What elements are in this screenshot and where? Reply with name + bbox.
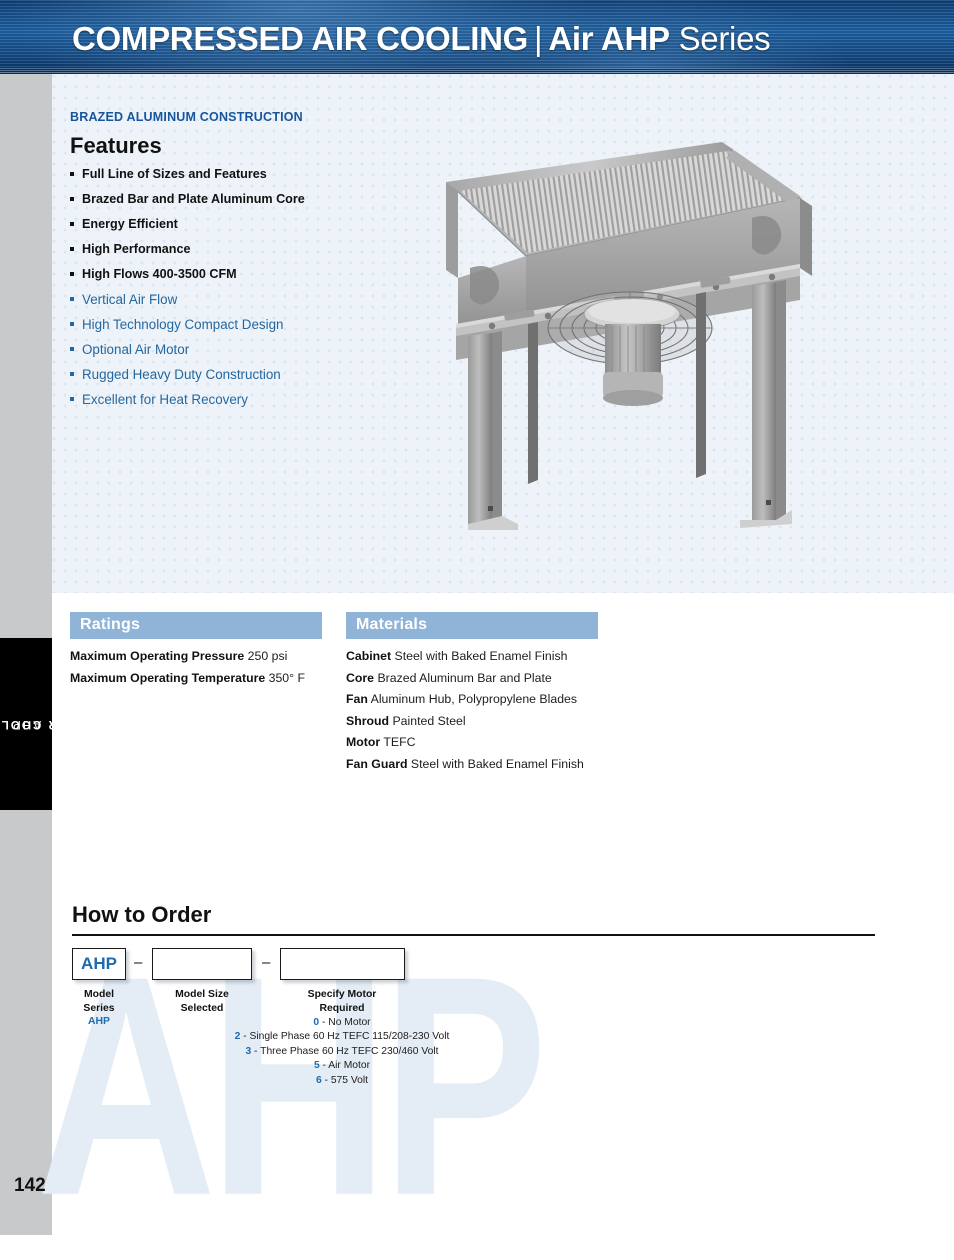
section-tab-air-cooled-ahp: AIR COOLED AHP [0,638,73,810]
page-title: COMPRESSED AIR COOLING | Air AHP Series [72,20,771,58]
ratings-item-label: Maximum Operating Pressure [70,649,245,663]
model-series-box-value: AHP [81,954,117,973]
motor-option: 6 - 575 Volt [182,1074,502,1088]
features-list: Full Line of Sizes and Features Brazed Ba… [70,162,370,412]
model-size-box[interactable] [152,948,252,980]
model-size-caption-line1: Model Size [175,989,229,1000]
model-size-caption: Model Size Selected [152,988,252,1015]
order-code-row: AHP – – [72,948,872,982]
how-to-order-divider [72,934,875,936]
ratings-list: Maximum Operating Pressure 250 psi Maximu… [70,646,322,689]
page-title-separator: | [534,20,543,57]
materials-item: Fan Aluminum Hub, Polypropylene Blades [346,689,598,711]
materials-item-label: Fan [346,692,368,706]
motor-option-desc: - Air Motor [319,1060,371,1072]
page-header-banner: COMPRESSED AIR COOLING | Air AHP Series [0,0,954,74]
materials-item: Motor TEFC [346,732,598,754]
materials-item-value: TEFC [380,735,416,749]
motor-caption: Specify Motor Required [252,988,432,1015]
product-photo [400,128,820,533]
materials-item-value: Brazed Aluminum Bar and Plate [374,670,552,685]
materials-item: Shroud Painted Steel [346,711,598,733]
feature-item: Optional Air Motor [70,337,370,362]
feature-item: Vertical Air Flow [70,287,370,312]
order-dash-2: – [262,954,271,971]
ratings-item: Maximum Operating Pressure 250 psi [70,646,322,668]
materials-list: Cabinet Steel with Baked Enamel Finish Co… [346,646,598,775]
materials-heading: Materials [346,612,598,639]
materials-item-label: Shroud [346,713,390,728]
materials-item: Fan Guard Steel with Baked Enamel Finish [346,754,598,776]
model-series-caption-line2: Series [83,1002,115,1014]
feature-item: Brazed Bar and Plate Aluminum Core [70,187,370,212]
feature-item: High Flows 400-3500 CFM [70,262,370,287]
motor-options-list: 0 - No Motor 2 - Single Phase 60 Hz TEFC … [182,1016,502,1088]
product-photo-illustration [446,142,812,530]
feature-item: Rugged Heavy Duty Construction [70,362,370,387]
motor-option-desc: - Single Phase 60 Hz TEFC 115/208-230 Vo… [240,1031,450,1043]
motor-code-box[interactable] [280,948,405,980]
features-heading: Features [70,133,162,158]
ratings-item-value: 350° F [265,670,305,685]
features-subheading: BRAZED ALUMINUM CONSTRUCTION [70,110,303,124]
motor-option: 2 - Single Phase 60 Hz TEFC 115/208-230 … [182,1030,502,1044]
ratings-heading: Ratings [70,612,322,639]
materials-item: Core Brazed Aluminum Bar and Plate [346,668,598,690]
order-dash-1: – [134,954,143,971]
page-number: 142 [14,1175,46,1196]
ratings-item: Maximum Operating Temperature 350° F [70,668,322,690]
ratings-item-label: Maximum Operating Temperature [70,670,266,685]
motor-option: 3 - Three Phase 60 Hz TEFC 230/460 Volt [182,1045,502,1059]
materials-item-label: Fan Guard [346,756,408,771]
how-to-order-diagram: AHP – – Model Series AHP Model Size Sele… [72,948,872,1086]
ratings-section: Ratings Maximum Operating Pressure 250 p… [70,612,322,689]
materials-item-label: Cabinet [346,649,392,663]
page-title-main: COMPRESSED AIR COOLING [72,20,529,57]
model-series-caption-code: AHP [88,1016,110,1027]
section-tab-sublabel: AHP [11,718,41,730]
model-series-box[interactable]: AHP [72,948,126,980]
motor-option-desc: - 575 Volt [321,1074,369,1086]
materials-section: Materials Cabinet Steel with Baked Ename… [346,612,598,775]
page-title-sub2: Series [678,20,771,57]
materials-item-label: Motor [346,735,381,749]
feature-item: Excellent for Heat Recovery [70,387,370,412]
motor-caption-line2: Required [319,1002,365,1014]
materials-item-value: Painted Steel [389,713,466,728]
materials-item-value: Aluminum Hub, Polypropylene Blades [367,692,578,706]
motor-option-desc: - No Motor [319,1017,371,1028]
feature-item: High Performance [70,237,370,262]
materials-item: Cabinet Steel with Baked Enamel Finish [346,646,598,668]
feature-item: Energy Efficient [70,212,370,237]
feature-item: High Technology Compact Design [70,312,370,337]
motor-option: 5 - Air Motor [182,1059,502,1073]
ratings-item-value: 250 psi [244,649,288,663]
motor-option: 0 - No Motor [182,1016,502,1030]
motor-option-desc: - Three Phase 60 Hz TEFC 230/460 Volt [251,1045,439,1057]
motor-caption-line1: Specify Motor [307,989,377,1000]
materials-item-label: Core [346,670,375,685]
materials-item-value: Steel with Baked Enamel Finish [407,756,584,771]
model-series-caption: Model Series AHP [72,988,126,1029]
page-title-sub: Air AHP [548,20,670,57]
model-series-caption-line1: Model [83,989,114,1000]
feature-item: Full Line of Sizes and Features [70,162,370,187]
how-to-order-heading: How to Order [72,902,212,927]
materials-item-value: Steel with Baked Enamel Finish [391,649,568,663]
model-size-caption-line2: Selected [180,1002,224,1014]
